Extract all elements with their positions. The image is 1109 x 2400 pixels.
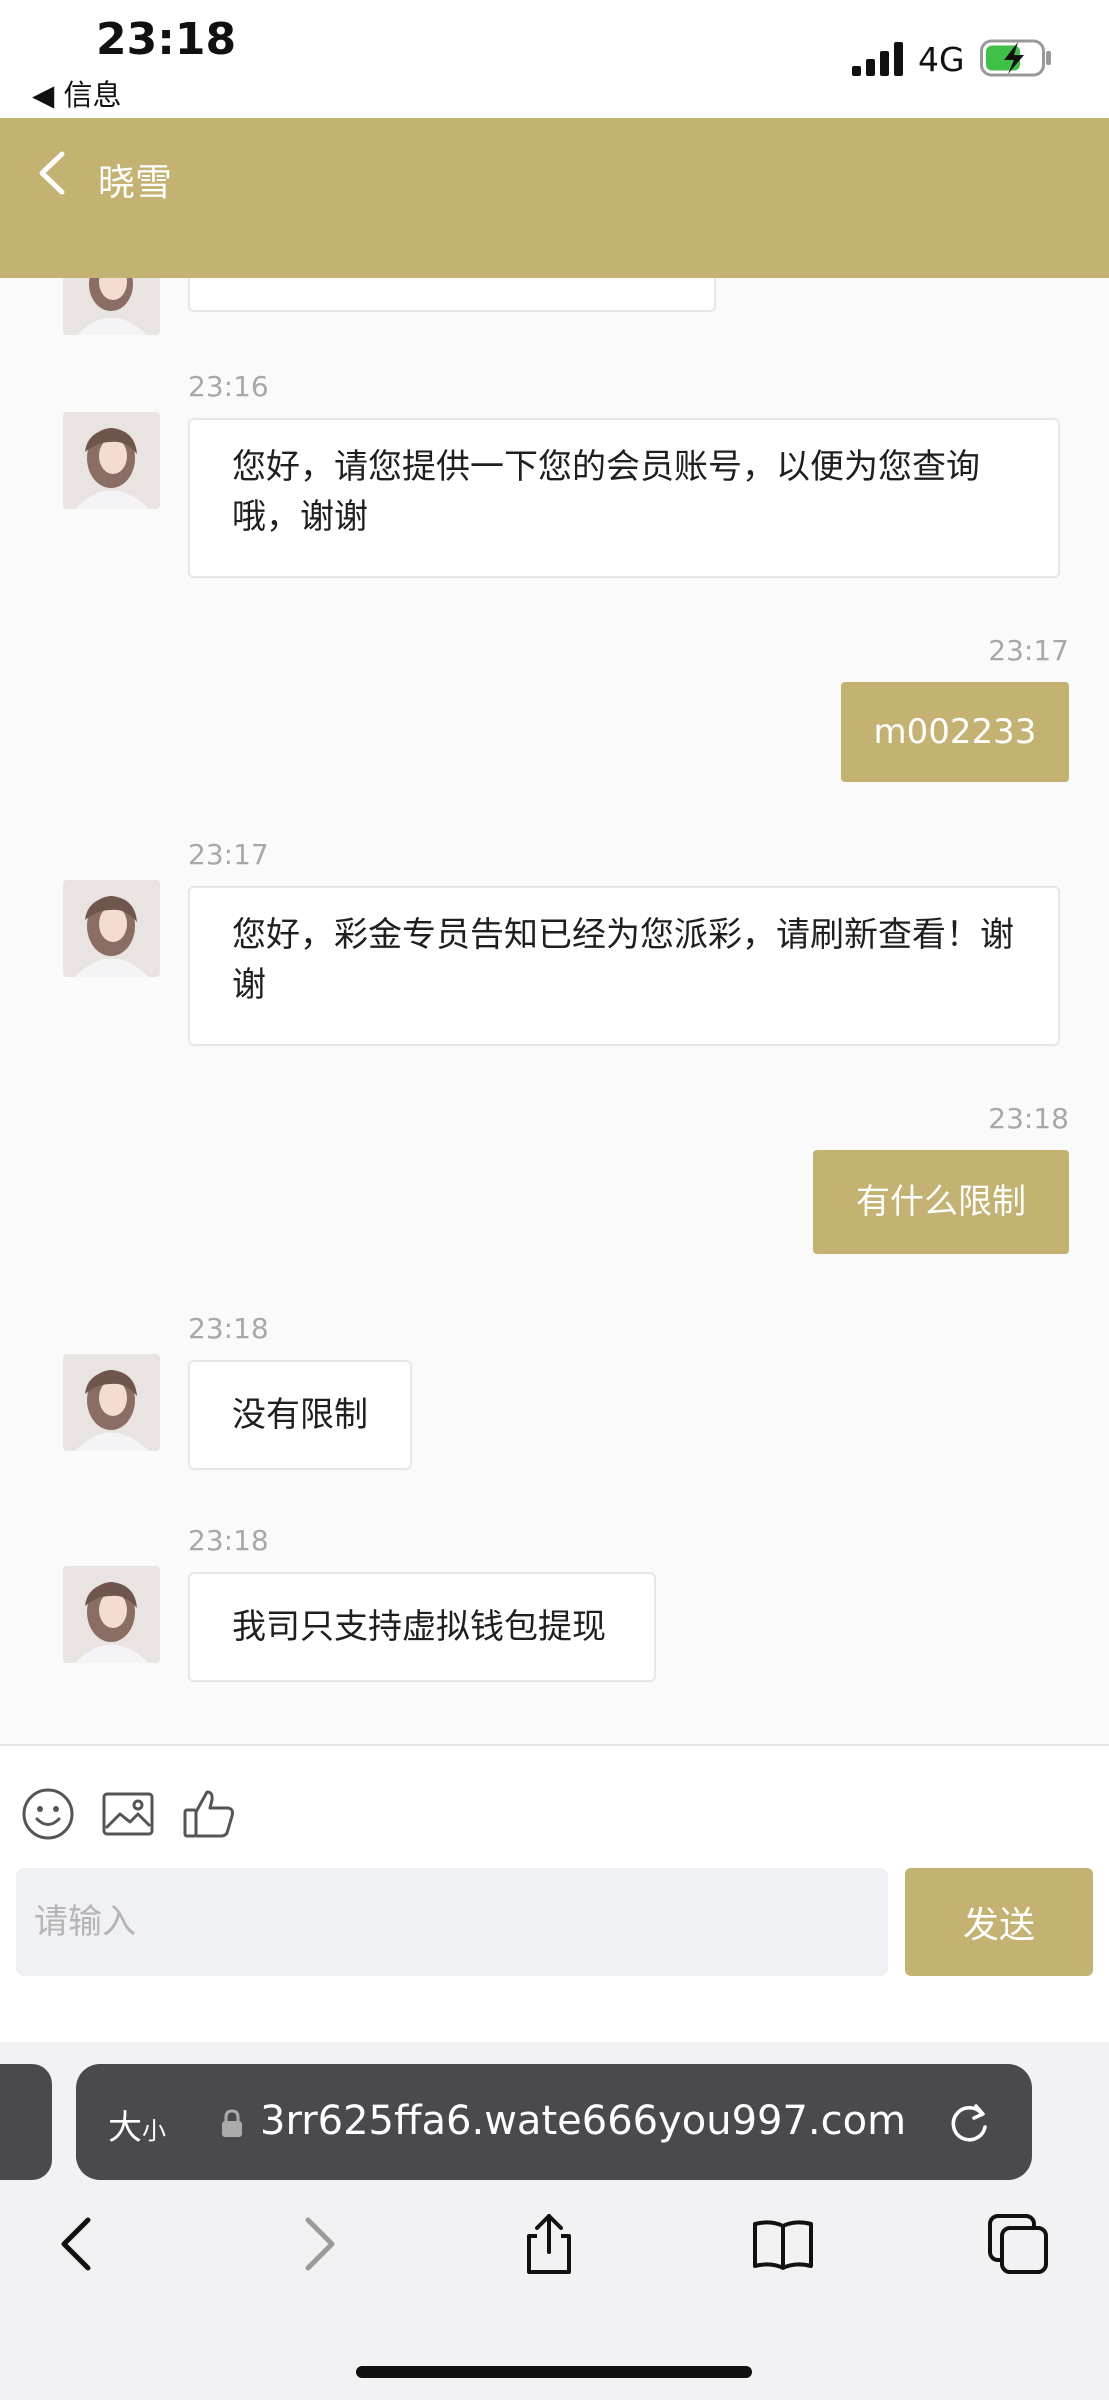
status-time: 23:18	[96, 14, 237, 65]
home-indicator[interactable]	[356, 2366, 752, 2378]
browser-toolbar: 大小 3rr625ffa6.wate666you997.com	[0, 2042, 1109, 2400]
message-timestamp: 23:17	[988, 634, 1069, 667]
forward-icon[interactable]	[286, 2212, 350, 2276]
agent-avatar	[63, 278, 160, 335]
agent-avatar	[63, 1566, 160, 1663]
lock-icon	[222, 2109, 242, 2137]
chat-header: 晓雪	[0, 118, 1109, 278]
url-text[interactable]: 3rr625ffa6.wate666you997.com	[260, 2098, 994, 2144]
user-message: m002233	[841, 682, 1069, 782]
emoji-icon[interactable]	[20, 1786, 76, 1842]
text-size-button[interactable]: 大小	[108, 2100, 166, 2149]
back-icon[interactable]	[46, 2212, 110, 2276]
text-size-big: 大	[108, 2108, 142, 2148]
agent-avatar	[63, 412, 160, 509]
composer: 发送	[0, 1746, 1109, 2042]
send-button[interactable]: 发送	[905, 1868, 1093, 1976]
user-message: 有什么限制	[813, 1150, 1069, 1254]
back-arrow-icon[interactable]	[34, 148, 70, 198]
message-timestamp: 23:18	[988, 1102, 1069, 1135]
agent-message: 您好，请您提供一下您的会员账号，以便为您查询哦，谢谢	[188, 418, 1060, 578]
thumbs-up-icon[interactable]	[181, 1786, 237, 1842]
reload-icon[interactable]	[946, 2100, 992, 2146]
signal-icon	[852, 42, 903, 76]
status-bar: 23:18 ◀ 信息 4G	[0, 0, 1109, 118]
agent-avatar	[63, 1354, 160, 1451]
image-icon[interactable]	[100, 1786, 156, 1842]
agent-message: 我司只支持虚拟钱包提现	[188, 1572, 656, 1682]
agent-message: 没有限制	[188, 1360, 412, 1470]
message-timestamp: 23:17	[188, 838, 269, 871]
agent-avatar	[63, 880, 160, 977]
chat-title: 晓雪	[98, 161, 172, 204]
message-timestamp: 23:18	[188, 1312, 269, 1345]
message-bubble-partial	[188, 278, 716, 312]
previous-tab-preview[interactable]	[0, 2064, 52, 2180]
tabs-icon[interactable]	[986, 2212, 1050, 2276]
message-timestamp: 23:16	[188, 370, 269, 403]
agent-message: 您好，彩金专员告知已经为您派彩，请刷新查看！谢谢	[188, 886, 1060, 1046]
message-input[interactable]	[16, 1868, 888, 1976]
message-timestamp: 23:18	[188, 1524, 269, 1557]
bookmarks-icon[interactable]	[751, 2212, 815, 2276]
text-size-small: 小	[142, 2117, 166, 2145]
message-list[interactable]: 23:16 您好，请您提供一下您的会员账号，以便为您查询哦，谢谢 23:17 m…	[0, 278, 1109, 1744]
back-to-app-link[interactable]: ◀ 信息	[32, 72, 122, 114]
network-type: 4G	[918, 40, 965, 79]
address-bar[interactable]: 大小 3rr625ffa6.wate666you997.com	[76, 2064, 1032, 2180]
share-icon[interactable]	[517, 2212, 581, 2276]
battery-charging-icon	[980, 39, 1051, 77]
